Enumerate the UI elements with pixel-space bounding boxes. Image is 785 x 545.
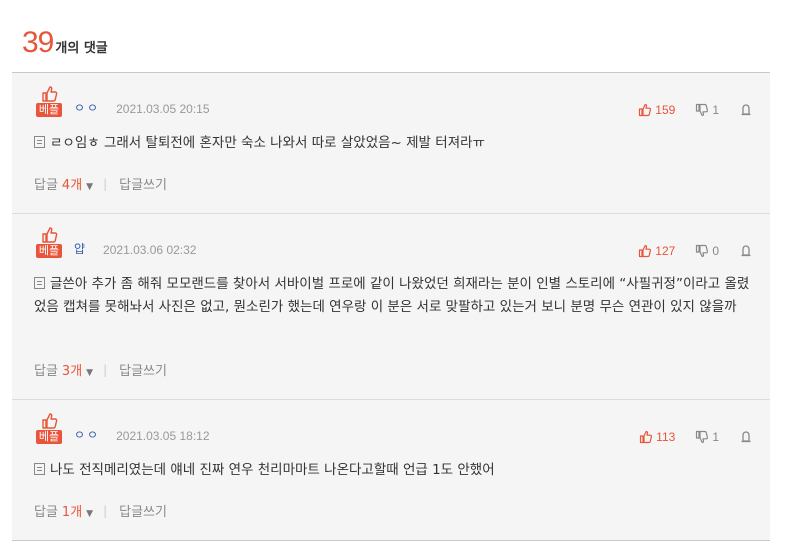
report-button[interactable] <box>739 430 756 444</box>
reply-count: 1개 <box>61 505 83 520</box>
comment-list: 베플 ㅇㅇ 2021.03.05 20:15 159 1 ㄹㅇ임ㅎ 그래서 탈퇴… <box>12 73 770 541</box>
write-reply-button[interactable]: 답글쓰기 <box>119 360 167 379</box>
caret-down-icon: ▼ <box>86 368 94 378</box>
vote-group: 127 0 <box>638 244 770 258</box>
best-badge-group: 베플 <box>34 226 64 258</box>
nickname[interactable]: ㅇㅇ <box>74 426 100 443</box>
nickname[interactable]: 얍 <box>74 240 87 257</box>
thumbs-up-icon <box>42 227 58 243</box>
like-button[interactable]: 159 <box>638 103 675 117</box>
best-badge: 베플 <box>35 244 63 258</box>
like-count: 127 <box>655 244 676 258</box>
thumbs-up-outline-icon <box>640 430 653 444</box>
vote-group: 113 1 <box>639 430 770 444</box>
caret-down-icon: ▼ <box>86 182 94 192</box>
like-count: 113 <box>656 430 676 444</box>
thumbs-up-icon <box>42 86 58 102</box>
reply-toggle[interactable]: 답글 4개 ▼ <box>34 174 93 193</box>
thumbs-down-outline-icon <box>696 103 709 117</box>
reply-count: 3개 <box>61 364 83 379</box>
reply-label: 답글 <box>34 505 58 520</box>
write-reply-button[interactable]: 답글쓰기 <box>119 501 167 520</box>
comment-content: 나도 전직메리였는데 얘네 진짜 연우 천리마마트 나온다고할때 언급 1도 안… <box>34 459 756 482</box>
nickname[interactable]: ㅇㅇ <box>74 99 100 116</box>
best-badge: 베플 <box>35 430 63 444</box>
best-badge-group: 베플 <box>34 412 64 444</box>
thumbs-down-outline-icon <box>696 244 709 258</box>
dislike-button[interactable]: 0 <box>695 244 719 258</box>
comment-count: 39 <box>22 26 54 59</box>
comment-date: 2021.03.05 20:15 <box>116 102 210 116</box>
report-button[interactable] <box>739 103 756 117</box>
comment-text: ㄹㅇ임ㅎ 그래서 탈퇴전에 혼자만 숙소 나와서 따로 살았었음~ 제발 터져라… <box>50 135 485 151</box>
like-button[interactable]: 113 <box>639 430 675 444</box>
action-separator: | <box>103 362 108 377</box>
report-icon <box>741 104 751 116</box>
caret-down-icon: ▼ <box>86 509 94 519</box>
comment-text: 글쓴아 추가 좀 해줘 모모랜드를 찾아서 서바이벌 프로에 같이 나왔었던 희… <box>34 276 750 315</box>
comment-actions: 답글 3개 ▼ | 답글쓰기 <box>34 360 167 380</box>
thumbs-up-outline-icon <box>639 103 652 117</box>
reply-toggle[interactable]: 답글 3개 ▼ <box>34 360 93 379</box>
vote-group: 159 1 <box>638 103 770 117</box>
report-icon <box>741 431 751 443</box>
comment-content: 글쓴아 추가 좀 해줘 모모랜드를 찾아서 서바이벌 프로에 같이 나왔었던 희… <box>34 273 756 319</box>
dislike-button[interactable]: 1 <box>695 430 719 444</box>
write-reply-button[interactable]: 답글쓰기 <box>119 174 167 193</box>
like-count: 159 <box>655 103 676 117</box>
report-icon <box>741 245 751 257</box>
best-badge: 베플 <box>35 103 63 117</box>
action-separator: | <box>103 176 108 191</box>
thumbs-up-outline-icon <box>639 244 652 258</box>
document-icon <box>34 136 45 148</box>
dislike-count: 1 <box>712 103 719 117</box>
comment-date: 2021.03.06 02:32 <box>103 243 197 257</box>
reply-toggle[interactable]: 답글 1개 ▼ <box>34 501 93 520</box>
document-icon <box>34 463 45 475</box>
comment-meta: 베플 ㅇㅇ 2021.03.05 18:12 <box>34 412 210 444</box>
document-icon <box>34 277 45 289</box>
reply-count: 4개 <box>61 178 83 193</box>
comment-meta: 베플 얍 2021.03.06 02:32 <box>34 226 196 258</box>
comment-item: 베플 ㅇㅇ 2021.03.05 20:15 159 1 ㄹㅇ임ㅎ 그래서 탈퇴… <box>12 73 770 214</box>
comment-item: 베플 얍 2021.03.06 02:32 127 0 글쓴아 추가 좀 해줘 … <box>12 214 770 400</box>
report-button[interactable] <box>739 244 756 258</box>
thumbs-up-icon <box>42 413 58 429</box>
action-separator: | <box>103 503 108 518</box>
dislike-button[interactable]: 1 <box>695 103 719 117</box>
comment-actions: 답글 1개 ▼ | 답글쓰기 <box>34 501 167 521</box>
comment-text: 나도 전직메리였는데 얘네 진짜 연우 천리마마트 나온다고할때 언급 1도 안… <box>50 462 495 478</box>
reply-label: 답글 <box>34 364 58 379</box>
reply-label: 답글 <box>34 178 58 193</box>
dislike-count: 0 <box>712 244 719 258</box>
dislike-count: 1 <box>712 430 719 444</box>
thumbs-down-outline-icon <box>696 430 709 444</box>
comment-date: 2021.03.05 18:12 <box>116 429 210 443</box>
comment-meta: 베플 ㅇㅇ 2021.03.05 20:15 <box>34 85 210 117</box>
like-button[interactable]: 127 <box>638 244 675 258</box>
comment-content: ㄹㅇ임ㅎ 그래서 탈퇴전에 혼자만 숙소 나와서 따로 살았었음~ 제발 터져라… <box>34 132 756 155</box>
comments-header: 39 개의 댓글 <box>22 26 108 60</box>
best-badge-group: 베플 <box>34 85 64 117</box>
comment-count-label: 개의 댓글 <box>55 41 108 56</box>
comment-item: 베플 ㅇㅇ 2021.03.05 18:12 113 1 나도 전직메리였는데 … <box>12 400 770 540</box>
comment-actions: 답글 4개 ▼ | 답글쓰기 <box>34 174 167 194</box>
